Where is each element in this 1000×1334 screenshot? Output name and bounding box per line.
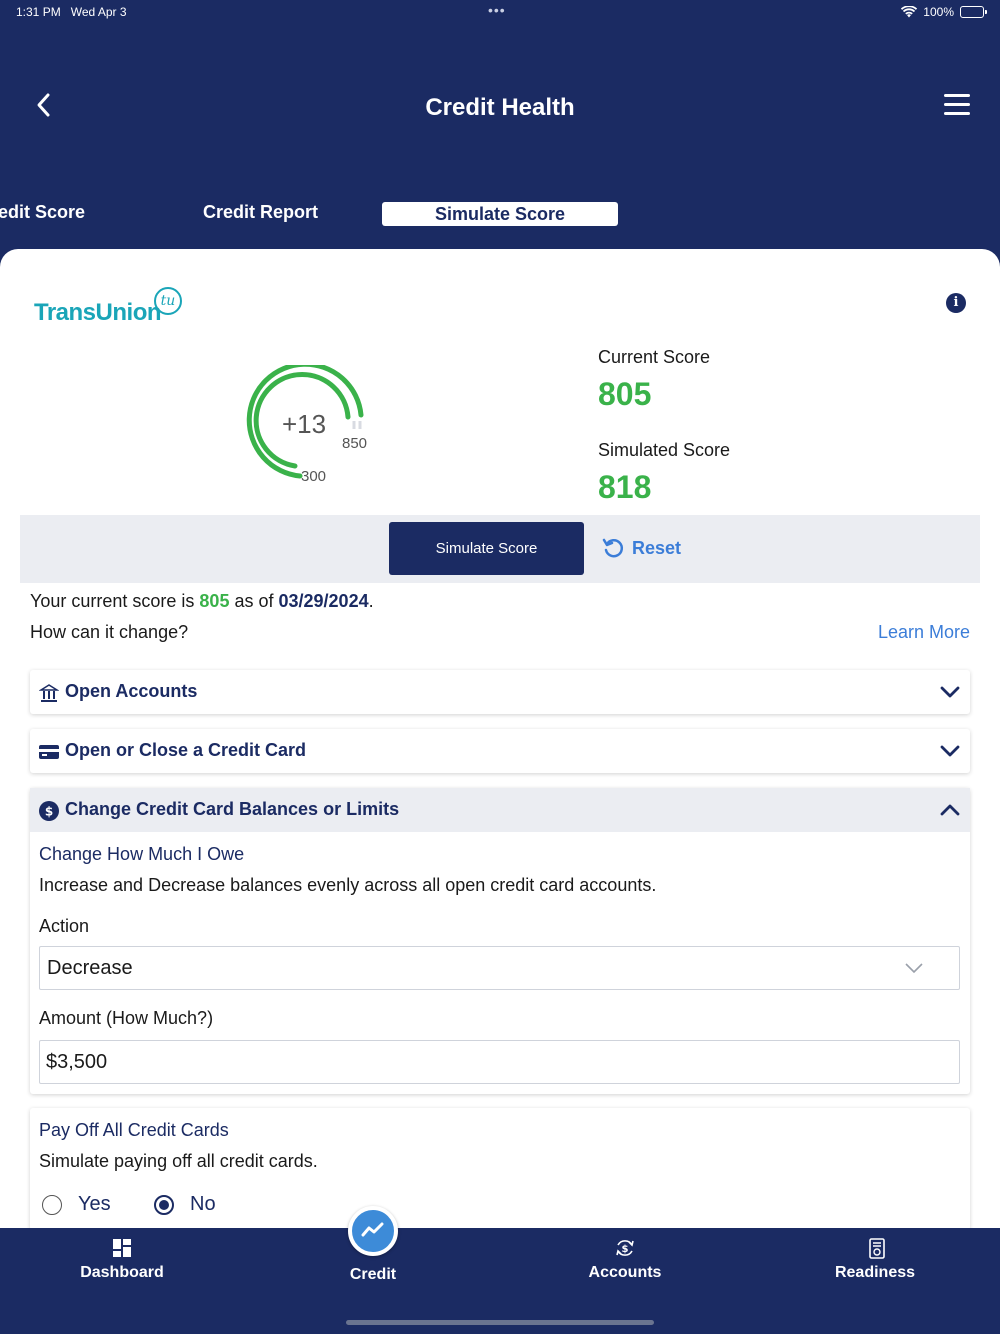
amount-input[interactable]: $3,500 — [39, 1040, 960, 1084]
payoff-yes-option[interactable]: Yes — [42, 1193, 111, 1216]
svg-text:$: $ — [622, 1244, 629, 1255]
payoff-no-radio[interactable] — [154, 1194, 174, 1215]
payoff-yes-radio[interactable] — [42, 1194, 62, 1215]
simulate-score-button[interactable]: Simulate Score — [389, 522, 584, 575]
action-select-value: Decrease — [47, 957, 133, 979]
change-question: How can it change? — [30, 622, 189, 642]
current-score-value: 805 — [598, 376, 652, 412]
current-score-summary: Your current score is 805 as of 03/29/20… — [30, 591, 374, 611]
chevron-down-icon — [905, 963, 923, 974]
current-score-label: Current Score — [598, 347, 711, 367]
action-select[interactable]: Decrease — [39, 946, 960, 990]
score-gauge: +13 850 300 — [244, 365, 384, 505]
app-header: Credit Health — [0, 80, 1000, 136]
payoff-section: Pay Off All Credit Cards Simulate paying… — [30, 1108, 970, 1229]
readiness-document-icon — [869, 1238, 885, 1259]
tab-credit-report[interactable]: Credit Report — [203, 202, 318, 226]
wifi-icon — [901, 6, 918, 18]
status-right: 100% — [901, 5, 987, 19]
accordion-open-accounts: Open Accounts — [30, 670, 970, 714]
nav-dashboard-label: Dashboard — [80, 1264, 164, 1281]
accounts-dollar-cycle-icon: $ — [616, 1240, 634, 1256]
credit-trend-icon — [348, 1206, 398, 1256]
tab-credit-score[interactable]: Credit Score — [0, 202, 85, 226]
dollar-coin-icon: $ — [39, 801, 59, 821]
owe-section-description: Increase and Decrease balances evenly ac… — [39, 875, 657, 895]
score-delta: +13 — [282, 409, 327, 439]
status-time: 1:31 PM Wed Apr 3 — [16, 5, 127, 19]
main-card: TransUnion tu i +13 850 300 Current Scor… — [0, 249, 1000, 1229]
amount-label: Amount (How Much?) — [39, 1008, 214, 1028]
learn-more-link[interactable]: Learn More — [878, 622, 970, 643]
tab-bar: Credit Score Credit Report Simulate Scor… — [0, 200, 1000, 230]
page-title: Credit Health — [425, 94, 575, 121]
svg-text:$: $ — [45, 805, 53, 819]
tu-badge-icon: tu — [154, 287, 182, 315]
simulate-action-bar: Simulate Score Reset — [20, 515, 980, 583]
info-icon[interactable]: i — [946, 293, 966, 313]
reset-button[interactable]: Reset — [602, 537, 681, 559]
payoff-yes-label: Yes — [78, 1193, 111, 1215]
tab-simulate-score[interactable]: Simulate Score — [382, 202, 618, 226]
accordion-header-open-accounts[interactable]: Open Accounts — [30, 670, 970, 714]
current-score-block: Current Score 805 — [598, 347, 710, 413]
payoff-no-label: No — [190, 1193, 216, 1215]
accordion-balances-limits: $ Change Credit Card Balances or Limits … — [30, 788, 970, 1094]
action-label: Action — [39, 916, 90, 936]
accordion-title-balances-limits: Change Credit Card Balances or Limits — [65, 799, 400, 819]
accordion-header-open-close-card[interactable]: Open or Close a Credit Card — [30, 729, 970, 773]
chevron-down-icon — [940, 745, 960, 757]
accordion-title-open-close-card: Open or Close a Credit Card — [65, 740, 307, 760]
simulated-score-value: 818 — [598, 469, 652, 505]
transunion-wordmark: TransUnion — [34, 299, 162, 326]
credit-card-icon — [39, 745, 59, 759]
bank-icon — [39, 684, 59, 702]
transunion-logo: TransUnion tu — [34, 287, 194, 337]
simulated-score-block: Simulated Score 818 — [598, 440, 730, 506]
reset-icon — [602, 538, 624, 558]
nav-accounts-label: Accounts — [588, 1264, 662, 1281]
bottom-navigation: Dashboard Credit $ Accounts Readiness — [0, 1206, 1000, 1334]
payoff-description: Simulate paying off all credit cards. — [39, 1151, 318, 1171]
chevron-down-icon — [940, 686, 960, 698]
simulated-score-label: Simulated Score — [598, 440, 731, 460]
owe-section-title: Change How Much I Owe — [39, 844, 245, 864]
multitask-dots-icon[interactable]: ••• — [488, 2, 506, 18]
payoff-title: Pay Off All Credit Cards — [39, 1120, 229, 1140]
battery-percent: 100% — [923, 5, 954, 19]
battery-icon — [960, 6, 987, 18]
hamburger-menu-icon[interactable] — [944, 94, 970, 115]
chevron-up-icon — [940, 804, 960, 816]
gauge-min: 300 — [301, 468, 327, 485]
home-indicator[interactable] — [346, 1320, 654, 1325]
dashboard-grid-icon — [113, 1239, 131, 1257]
nav-readiness-label: Readiness — [834, 1264, 916, 1281]
nav-credit-label: Credit — [349, 1266, 397, 1283]
accordion-header-balances-limits[interactable]: $ Change Credit Card Balances or Limits — [30, 788, 970, 832]
reset-label: Reset — [632, 537, 682, 558]
status-bar: 1:31 PM Wed Apr 3 ••• 100% — [0, 0, 1000, 26]
gauge-max: 850 — [342, 435, 368, 452]
accordion-open-close-card: Open or Close a Credit Card — [30, 729, 970, 773]
accordion-title-open-accounts: Open Accounts — [65, 681, 198, 701]
payoff-no-option[interactable]: No — [154, 1193, 216, 1216]
